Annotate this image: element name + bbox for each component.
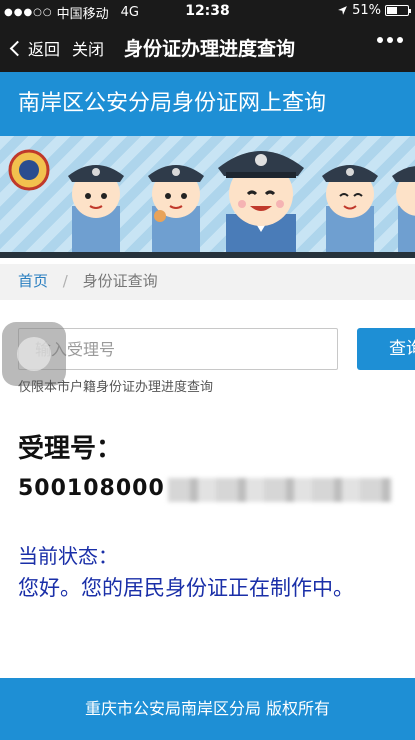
police-badge-logo: [8, 149, 50, 191]
wechat-navbar: 返回 关闭 身份证办理进度查询: [0, 22, 415, 72]
copyright-footer: 重庆市公安局南岸区分局 版权所有: [0, 678, 415, 740]
police-cartoon-figure-4: [392, 166, 415, 252]
back-button[interactable]: 返回: [8, 36, 60, 60]
redacted-number-blur: [168, 478, 392, 502]
battery-percent: 51%: [352, 3, 381, 18]
current-status-label: 当前状态：: [18, 544, 118, 568]
search-button[interactable]: 查询: [357, 328, 415, 370]
status-bar: ●●●○○ 中国移动 4G 12:38 51%: [0, 0, 415, 22]
location-arrow-icon: [338, 6, 347, 15]
police-cartoon-figure-3: [322, 165, 378, 252]
site-header: 南岸区公安分局身份证网上查询: [0, 72, 415, 136]
acceptance-number-label: 受理号：: [18, 434, 123, 464]
police-cartoon-figure-1: [68, 165, 124, 252]
acceptance-number-value: 500108000: [18, 476, 165, 501]
search-hint: 仅限本市户籍身份证办理进度查询: [18, 380, 214, 395]
police-cartoon-figure-main: [218, 151, 304, 252]
close-button[interactable]: 关闭: [72, 36, 104, 60]
page-title: 身份证办理进度查询: [124, 38, 296, 60]
breadcrumb: 首页 / 身份证查询: [0, 264, 415, 300]
back-label: 返回: [28, 40, 61, 59]
acceptance-number-input[interactable]: [18, 328, 338, 370]
breadcrumb-separator: /: [62, 272, 68, 290]
breadcrumb-current: 身份证查询: [82, 272, 158, 290]
chevron-left-icon: [9, 40, 26, 56]
police-cartoon-banner: [0, 136, 415, 258]
more-dots-icon[interactable]: [377, 37, 403, 43]
police-cartoon-figure-2: [148, 165, 204, 252]
battery-icon: [385, 5, 411, 16]
breadcrumb-home-link[interactable]: 首页: [18, 272, 48, 290]
current-status-text: 您好。您的居民身份证正在制作中。: [18, 576, 354, 600]
